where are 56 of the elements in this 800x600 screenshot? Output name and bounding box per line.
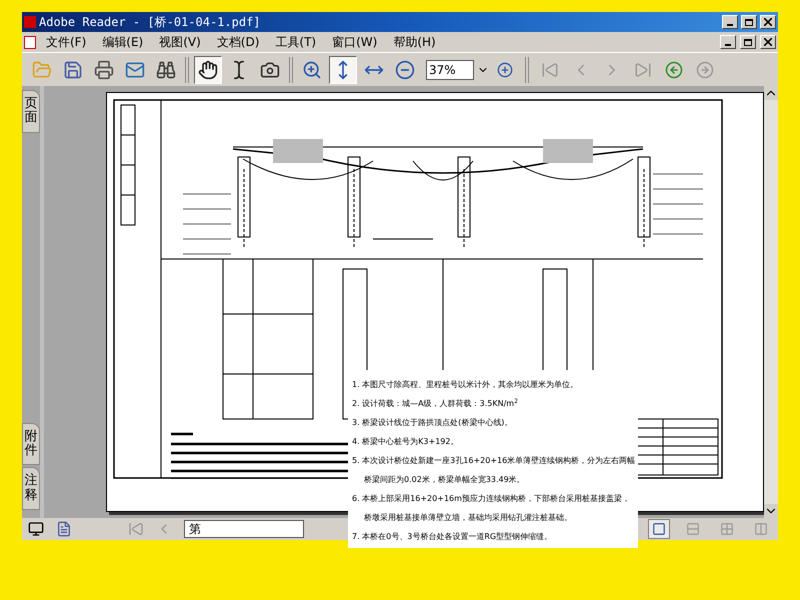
side-tab[interactable]: 页面 bbox=[22, 90, 40, 133]
save-icon bbox=[63, 60, 83, 80]
note-text: 桥梁间距为0.02米，桥梁单幅全宽33.49米。 bbox=[363, 474, 526, 486]
maximize-button[interactable] bbox=[741, 15, 757, 29]
camera-icon bbox=[260, 60, 280, 80]
note-text: 6. 本桥上部采用16+20+16m预应力连续钢构桥，下部桥台采用桩基接盖梁， bbox=[352, 493, 631, 505]
menu-item[interactable]: 视图(V) bbox=[153, 33, 207, 51]
note-text: 3. 桥梁设计线位于路拱顶点处(桥梁中心线)。 bbox=[352, 417, 514, 429]
forward-icon bbox=[696, 60, 714, 78]
back-icon bbox=[665, 60, 683, 78]
menu-item[interactable]: 编辑(E) bbox=[96, 33, 150, 51]
document-icon bbox=[56, 521, 72, 537]
side-tab[interactable]: 注释 bbox=[22, 467, 40, 510]
document-icon bbox=[24, 36, 36, 48]
toolbar-button[interactable] bbox=[329, 56, 357, 84]
first-page-icon bbox=[541, 60, 559, 78]
print-icon bbox=[94, 60, 114, 80]
zoom-in-icon bbox=[302, 60, 322, 80]
side-tab[interactable]: 附件 bbox=[22, 422, 40, 466]
menu-item[interactable]: 工具(T) bbox=[269, 33, 322, 51]
zoom-out-icon bbox=[395, 60, 415, 80]
note-text: 4. 桥梁中心桩号为K3+192。 bbox=[352, 436, 460, 448]
note-text: 1. 本图尺寸除高程、里程桩号以米计外，其余均以厘米为单位。 bbox=[352, 379, 580, 391]
facing-icon bbox=[754, 522, 768, 536]
zoom-field[interactable]: 37% bbox=[426, 60, 474, 80]
close-icon bbox=[764, 18, 772, 26]
hand-icon bbox=[198, 60, 218, 80]
note-text: 7. 本桥在0号、3号桥台处各设置一道RG型型钢伸缩缝。 bbox=[352, 531, 554, 543]
note-text: 5. 本次设计桥位处新建一座3孔16+20+16米单薄壁连续钢构桥，分为左右两幅 bbox=[352, 455, 634, 467]
close-button[interactable] bbox=[760, 35, 776, 49]
first-page-icon bbox=[128, 521, 144, 537]
note-text: 桥墩采用桩基接单薄壁立墙，基础均采用钻孔灌注桩基础。 bbox=[363, 512, 573, 524]
restore-button[interactable] bbox=[740, 35, 756, 49]
last-page-icon bbox=[634, 60, 652, 78]
page-field[interactable]: 第 bbox=[184, 520, 304, 538]
single-page-icon bbox=[652, 522, 666, 536]
binoculars-icon bbox=[156, 60, 176, 80]
continuous-icon bbox=[686, 522, 700, 536]
zoom-in-icon bbox=[497, 62, 513, 78]
monitor-icon bbox=[28, 521, 44, 537]
menu-item[interactable]: 文档(D) bbox=[210, 33, 266, 51]
close-button[interactable] bbox=[760, 15, 776, 29]
folder-icon bbox=[32, 60, 52, 80]
facing-continuous-icon bbox=[720, 522, 734, 536]
email-icon bbox=[125, 60, 145, 80]
toolbar-button[interactable] bbox=[194, 56, 222, 84]
menu-item[interactable]: 帮助(H) bbox=[387, 33, 442, 51]
window-title: Adobe Reader - [桥-01-04-1.pdf] bbox=[39, 14, 262, 31]
minimize-button[interactable] bbox=[720, 35, 736, 49]
close-icon bbox=[764, 38, 772, 46]
note-text: 2. 设计荷载：城—A级，人群荷载：3.5KN/m$^{2}$ bbox=[352, 397, 519, 410]
page-layout-button[interactable] bbox=[648, 519, 670, 539]
minimize-button[interactable] bbox=[722, 15, 738, 29]
menu-item[interactable]: 窗口(W) bbox=[326, 33, 384, 51]
app-icon bbox=[24, 16, 36, 28]
menu-item[interactable]: 文件(F) bbox=[40, 33, 92, 51]
